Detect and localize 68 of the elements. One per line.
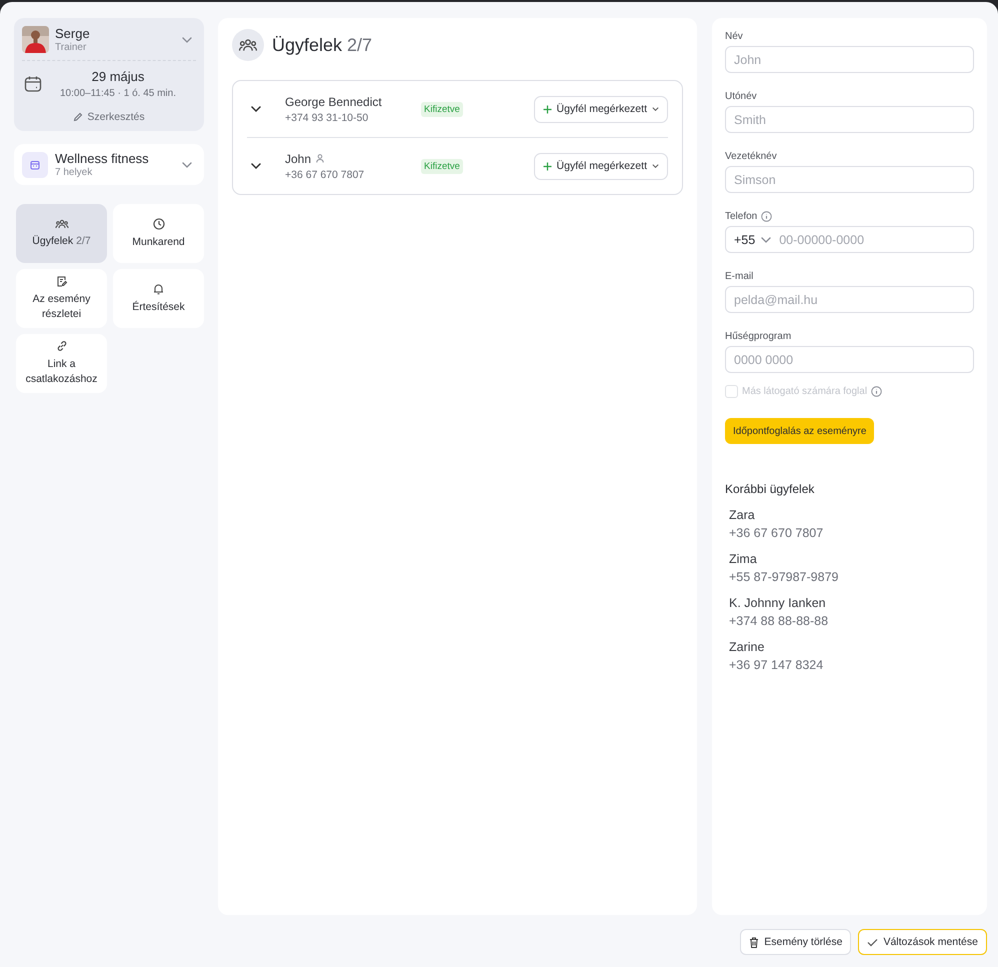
client-name: George Bennedict <box>285 94 382 108</box>
nav-tab[interactable]: Ügyfelek 2/7 <box>16 204 107 263</box>
field-label: E-mail <box>725 270 754 282</box>
caret-icon <box>652 107 659 111</box>
chevron-icon <box>182 36 192 42</box>
previous-client[interactable]: Zara +36 67 670 7807 <box>725 508 974 540</box>
trash-icon <box>749 936 760 948</box>
delete-button[interactable]: Esemény törlése <box>740 929 852 955</box>
input-field[interactable]: John <box>725 46 974 73</box>
field-label: Vezetéknév <box>725 150 777 162</box>
arrival-button[interactable]: Ügyfél megérkezett <box>534 96 668 122</box>
panel-title: Ügyfelek 2/7 <box>272 34 372 56</box>
input-field[interactable]: Smith <box>725 106 974 133</box>
client-phone: +36 67 670 7807 <box>285 168 366 180</box>
people-icon <box>232 29 264 61</box>
location-name: Wellness fitness <box>55 151 150 166</box>
input-field[interactable]: pelda@mail.hu <box>725 286 974 313</box>
link-icon <box>56 340 68 352</box>
trainer-role: Trainer <box>55 42 88 53</box>
location-places: 7 helyek <box>55 167 94 178</box>
book-button[interactable]: Időpontfoglalás az eseményre <box>725 418 874 444</box>
phone-number-input[interactable]: 00-00000-0000 <box>779 232 965 246</box>
field-label: Telefon <box>725 210 758 222</box>
trainer-name: Serge <box>55 26 91 41</box>
status-badge: Kifizetve <box>421 102 463 116</box>
people-icon <box>54 218 68 229</box>
caret-icon <box>761 236 772 242</box>
previous-client[interactable]: K. Johnny Ianken +374 88 88-88-88 <box>725 596 974 628</box>
input-field[interactable]: Simson <box>725 166 974 193</box>
nav-tab[interactable]: Munkarend <box>113 204 204 263</box>
calendar-icon <box>30 160 40 170</box>
location-selector[interactable]: Wellness fitness 7 helyek <box>14 144 204 185</box>
chevron-down-icon[interactable] <box>251 106 261 112</box>
nav-tab[interactable]: Az esemény részletei <box>16 269 107 328</box>
phone-field[interactable]: +55 00-00000-0000 <box>725 226 974 253</box>
client-phone: +374 93 31-10-50 <box>285 112 370 124</box>
calendar-icon <box>24 75 42 93</box>
previous-client[interactable]: Zima +55 87-97987-9879 <box>725 552 974 584</box>
nav-tab[interactable]: Link a csatlakozáshoz <box>16 334 107 393</box>
note-edit-icon <box>56 275 68 288</box>
status-badge: Kifizetve <box>421 158 463 174</box>
person-icon <box>316 154 324 163</box>
caret-icon <box>652 164 659 168</box>
check-icon <box>867 938 878 946</box>
chevron-down-icon[interactable] <box>251 163 261 169</box>
event-date: 29 május <box>90 69 146 84</box>
checkbox-label: Más látogató számára foglal <box>742 386 868 397</box>
input-field[interactable]: 0000 0000 <box>725 346 974 373</box>
client-name: John <box>285 152 312 166</box>
previous-client[interactable]: Zarine +36 97 147 8324 <box>725 640 974 672</box>
clock-icon <box>152 218 164 230</box>
nav-tab[interactable]: Értesítések <box>113 269 204 328</box>
field-label: Utónév <box>725 90 757 102</box>
country-code-selector[interactable]: +55 <box>734 232 772 246</box>
arrival-button[interactable]: Ügyfél megérkezett <box>534 152 668 180</box>
field-label: Név <box>725 30 743 42</box>
edit-button[interactable]: Szerkesztés <box>71 109 147 125</box>
plus-icon <box>542 104 552 114</box>
bell-icon <box>153 282 164 295</box>
plus-icon <box>542 162 552 170</box>
pencil-icon <box>73 112 84 122</box>
section-title: Korábbi ügyfelek <box>725 482 816 496</box>
info-icon <box>761 210 772 222</box>
save-button[interactable]: Változások mentése <box>858 929 987 955</box>
event-time: 10:00–11:45 · 1 ó. 45 min. <box>58 88 177 99</box>
info-icon <box>871 386 882 397</box>
field-label: Hűségprogram <box>725 330 792 342</box>
chevron-icon <box>182 162 192 168</box>
